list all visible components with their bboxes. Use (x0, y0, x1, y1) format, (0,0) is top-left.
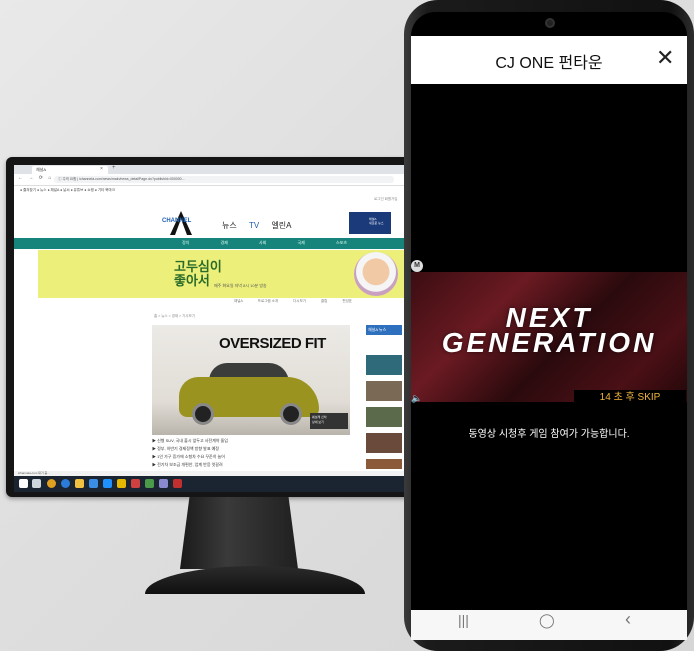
nav-news[interactable]: 뉴스 (222, 221, 237, 230)
sidebar-thumbnail[interactable] (366, 433, 402, 453)
url-input[interactable]: ⓘ 주의 요함 | ichannela.com/news/main/news_d… (54, 176, 394, 183)
subnav-item[interactable]: 채널A (234, 299, 243, 303)
car-wheel (280, 403, 302, 425)
menu-item[interactable]: 경제 (221, 240, 228, 245)
article-list: ▶ 신형 SUV, 국내 출시 앞두고 사전계약 돌입 ▶ 정부, 하반기 경제… (152, 437, 352, 469)
skip-button[interactable]: 14 초 후 SKIP (574, 390, 686, 406)
sidebar-thumbnail[interactable] (366, 355, 402, 375)
ad-caption[interactable]: 쉐보레 신차 상세 보기 (310, 413, 348, 429)
logo-text: CHANNEL (162, 218, 192, 224)
back-icon[interactable]: ‹ (625, 609, 631, 630)
app-icon[interactable] (159, 479, 168, 488)
banner-subtitle: 매주 화요일 저녁 8시 10분 방송 (214, 283, 267, 288)
app-icon[interactable] (131, 479, 140, 488)
start-icon[interactable] (19, 479, 28, 488)
subnav-item[interactable]: 프로그램 소개 (258, 299, 278, 303)
article-link[interactable]: ▶ 정부, 하반기 경제정책 방향 발표 예정 (152, 445, 352, 453)
video-notice: 동영상 시청후 게임 참여가 가능합니다. (468, 429, 630, 440)
app-icon[interactable] (173, 479, 182, 488)
app-title: CJ ONE 펀타운 (495, 55, 603, 72)
front-camera (545, 18, 555, 28)
browser-tab[interactable]: 채널A (32, 166, 108, 174)
subnav-item[interactable]: 편성표 (342, 299, 352, 303)
sub-nav: 채널A 프로그램 소개 다시보기 클립 편성표 (234, 299, 366, 304)
menu-item[interactable]: 국제 (298, 240, 305, 245)
home-icon[interactable]: ◯ (539, 612, 555, 629)
sidebar-thumbnail[interactable] (366, 381, 402, 401)
monitor-stand-neck (180, 497, 298, 569)
nav-ellin-a[interactable]: 엘린A (271, 221, 291, 230)
app-icon[interactable] (117, 479, 126, 488)
volume-icon[interactable]: 🔈 (411, 393, 422, 404)
close-button[interactable]: ✕ (656, 46, 674, 70)
ad-headline: OVERSIZED FIT (219, 335, 326, 352)
monitor-screen: 채널A × + ← → ⟳ ⌂ ⓘ 주의 요함 | ichannela.com/… (14, 165, 410, 492)
main-nav: 뉴스 TV 엘린A (222, 220, 302, 231)
header-ad-text: 채널A 새로운 뉴스 (369, 217, 384, 225)
sidebar-thumbnail[interactable] (366, 459, 402, 469)
article-link[interactable]: ▶ 신형 SUV, 국내 출시 앞두고 사전계약 돌입 (152, 437, 352, 445)
menu-item[interactable]: 스포츠 (336, 240, 347, 245)
site-top-links[interactable]: 로그인 회원가입 (374, 197, 398, 202)
article-link[interactable]: ▶ 전기차 보조금 개편안, 업계 반응 엇갈려 (152, 461, 352, 469)
search-icon[interactable] (32, 479, 41, 488)
tab-close-icon[interactable]: × (100, 166, 103, 172)
sidebar-heading: 채널A 뉴스 (366, 325, 402, 335)
menu-item[interactable]: 사회 (259, 240, 266, 245)
category-menu: 정치 경제 사회 국제 스포츠 (182, 240, 377, 246)
banner-portrait (354, 252, 398, 296)
subnav-item[interactable]: 다시보기 (293, 299, 306, 303)
nav-tv[interactable]: TV (249, 221, 259, 230)
breadcrumb: 홈 > 뉴스 > 경제 > 기사보기 (154, 314, 195, 318)
recent-apps-icon[interactable]: ||| (458, 612, 469, 628)
mail-icon[interactable] (103, 479, 112, 488)
taskbar (14, 476, 410, 492)
edge-icon[interactable] (61, 479, 70, 488)
folder-icon[interactable] (75, 479, 84, 488)
app-icon[interactable] (145, 479, 154, 488)
chrome-icon[interactable] (47, 479, 56, 488)
monitor-stand-base (145, 566, 365, 594)
sidebar-thumbnail[interactable] (366, 407, 402, 427)
subnav-item[interactable]: 클립 (321, 299, 327, 303)
store-icon[interactable] (89, 479, 98, 488)
video-headline: NEXT GENERATION (441, 302, 657, 358)
article-link[interactable]: ▶ 1인 가구 증가에 소형차 수요 꾸준히 늘어 (152, 453, 352, 461)
bookmarks-bar[interactable]: ● 즐겨찾기 ● 뉴스 ● 채널A ● 날씨 ● 유튜브 ● 쇼핑 ● 기타 북… (14, 186, 410, 194)
car-wheel (192, 403, 214, 425)
menu-item[interactable]: 정치 (182, 240, 189, 245)
browser-nav-buttons[interactable]: ← → ⟳ ⌂ (18, 175, 53, 181)
m-badge-icon: M (411, 260, 423, 272)
new-tab-icon[interactable]: + (112, 165, 116, 171)
